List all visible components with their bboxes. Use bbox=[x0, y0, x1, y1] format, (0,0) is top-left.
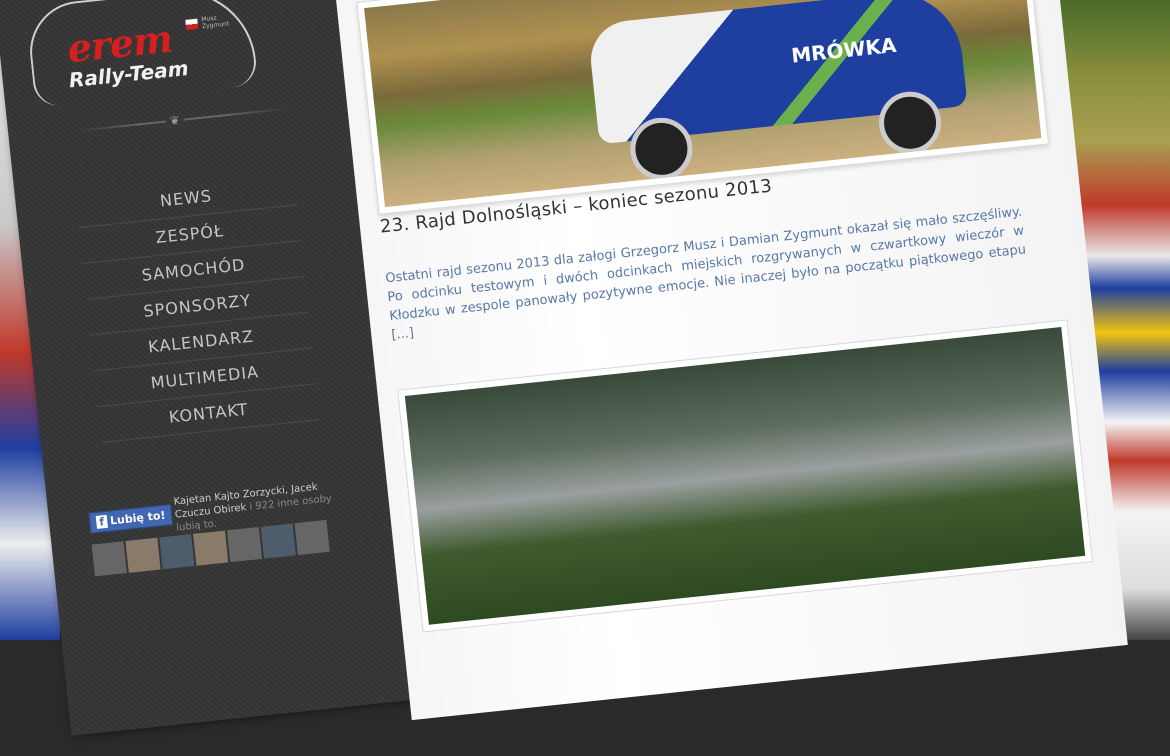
site-logo[interactable]: erem Rally-Team Musz Zygmunt bbox=[25, 0, 265, 116]
main-content: psb ❦ MRÓWKA 23. Rajd Dolnośląski – koni… bbox=[328, 0, 1128, 721]
rotated-page: erem Rally-Team Musz Zygmunt ❦ NEWS ZESP… bbox=[0, 0, 1128, 736]
post-image-2[interactable] bbox=[397, 319, 1093, 633]
facebook-like-button[interactable]: f Lubię to! bbox=[88, 504, 174, 534]
avatar[interactable] bbox=[159, 534, 195, 570]
avatar[interactable] bbox=[226, 527, 263, 563]
main-nav: NEWS ZESPÓŁ SAMOCHÓD SPONSORZY KALENDARZ… bbox=[74, 169, 320, 444]
ornament-icon: ❦ bbox=[165, 112, 185, 129]
avatar[interactable] bbox=[125, 537, 161, 573]
facebook-like-box: f Lubię to! Kajetan Kajto Zorzycki, Jacek… bbox=[88, 482, 347, 577]
facebook-icon: f bbox=[95, 514, 108, 529]
avatar[interactable] bbox=[91, 541, 127, 577]
rally-car-photo: MRÓWKA bbox=[364, 0, 1042, 208]
avatar[interactable] bbox=[260, 523, 296, 559]
landscape-photo bbox=[404, 327, 1086, 625]
avatar[interactable] bbox=[193, 530, 229, 566]
facebook-like-label: Lubię to! bbox=[109, 508, 167, 528]
logo-tagline: Musz Zygmunt bbox=[201, 13, 230, 31]
sidebar-divider: ❦ bbox=[78, 107, 288, 132]
flag-icon bbox=[185, 18, 199, 30]
avatar[interactable] bbox=[294, 519, 330, 556]
